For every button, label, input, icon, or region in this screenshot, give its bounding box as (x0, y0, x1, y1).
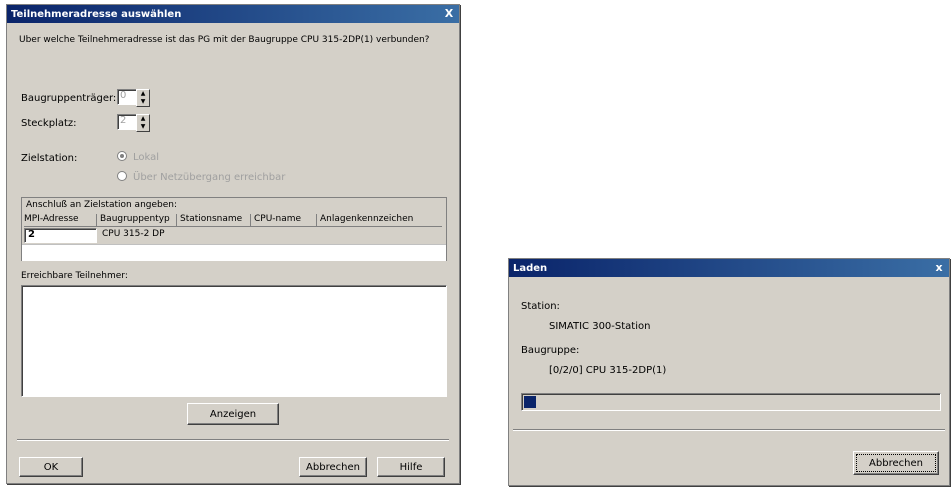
progress-fill (524, 396, 536, 408)
address-dialog-title: Teilnehmeradresse auswählen (11, 8, 182, 20)
address-input[interactable]: 2 (24, 228, 97, 243)
radio-local[interactable] (117, 151, 127, 161)
close-icon[interactable]: X (443, 8, 455, 20)
accessible-label: Erreichbare Teilnehmer: (21, 271, 128, 281)
connect-group: Anschluß an Zielstation angeben: MPI-Adr… (21, 197, 447, 261)
col-station-name[interactable]: Stationsname (180, 214, 251, 226)
close-icon[interactable]: x (933, 262, 945, 274)
slot-label: Steckplatz: (21, 118, 77, 129)
load-dialog: Laden x Station: SIMATIC 300-Station Bau… (508, 258, 950, 486)
slot-spinner[interactable]: 2 ▲ ▼ (117, 114, 150, 132)
col-module-type[interactable]: Baugruppentyp (100, 214, 177, 226)
module-label: Baugruppe: (521, 345, 580, 356)
abort-button[interactable]: Abbrechen (853, 451, 939, 475)
radio-gateway[interactable] (117, 171, 127, 181)
load-dialog-title: Laden (513, 262, 548, 274)
load-dialog-titlebar[interactable]: Laden x (509, 259, 949, 277)
connect-group-label: Anschluß an Zielstation angeben: (26, 200, 178, 210)
module-type-cell: CPU 315-2 DP (102, 229, 165, 239)
station-value: SIMATIC 300-Station (549, 321, 651, 332)
separator (17, 439, 449, 441)
rack-spinner[interactable]: 0 ▲ ▼ (117, 89, 150, 107)
col-cpu-name[interactable]: CPU-name (254, 214, 317, 226)
table-row-blank (22, 244, 446, 261)
address-dialog-titlebar[interactable]: Teilnehmeradresse auswählen X (7, 5, 459, 23)
spin-arrows-icon[interactable]: ▲ ▼ (136, 89, 150, 107)
module-value: [0/2/0] CPU 315-2DP(1) (549, 365, 667, 376)
show-button[interactable]: Anzeigen (187, 403, 279, 425)
address-dialog: Teilnehmeradresse auswählen X Über welch… (6, 4, 460, 484)
radio-local-label: Lokal (133, 152, 160, 163)
rack-label: Baugruppenträger: (21, 93, 117, 104)
cancel-button[interactable]: Abbrechen (299, 457, 367, 477)
col-plant-designation[interactable]: Anlagenkennzeichen (320, 214, 436, 226)
col-mpi-address[interactable]: MPI-Adresse (24, 214, 97, 226)
table-header: MPI-Adresse Baugruppentyp Stationsname C… (24, 214, 442, 227)
accessible-list[interactable] (21, 285, 447, 397)
spin-arrows-icon[interactable]: ▲ ▼ (136, 114, 150, 132)
radio-gateway-label: Über Netzübergang erreichbar (133, 172, 286, 183)
progress-bar (521, 393, 941, 411)
target-label: Zielstation: (21, 153, 78, 164)
station-label: Station: (521, 301, 560, 312)
question-text: Über welche Teilnehmeradresse ist das PG… (19, 35, 430, 45)
separator (513, 429, 945, 431)
ok-button[interactable]: OK (19, 457, 83, 477)
help-button[interactable]: Hilfe (377, 457, 445, 477)
